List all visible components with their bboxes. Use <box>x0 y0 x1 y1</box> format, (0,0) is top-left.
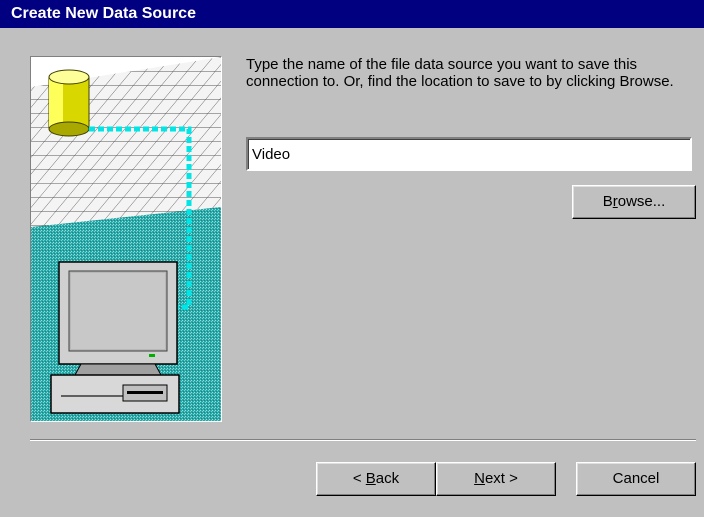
back-button[interactable]: < Back <box>316 462 436 496</box>
dialog-title: Create New Data Source <box>0 0 704 28</box>
back-label-accel: B <box>365 470 376 487</box>
create-data-source-dialog: Create New Data Source Type the name of … <box>0 0 704 517</box>
next-label-accel: N <box>474 470 485 487</box>
back-label-pre: < <box>352 470 366 487</box>
browse-label-pre: B <box>602 193 613 210</box>
instructions-text: Type the name of the file data source yo… <box>246 56 674 90</box>
cancel-button[interactable]: Cancel <box>576 462 696 496</box>
file-dsn-name-input[interactable] <box>246 137 692 171</box>
browse-button[interactable]: Browse... <box>572 185 696 219</box>
database-to-computer-illustration-icon <box>31 57 221 421</box>
next-label-post: ext > <box>484 470 518 487</box>
back-label-post: ack <box>375 470 400 487</box>
wizard-illustration <box>30 56 222 422</box>
next-button[interactable]: Next > <box>436 462 556 496</box>
browse-label-post: owse... <box>617 193 666 210</box>
separator-line <box>30 439 696 441</box>
